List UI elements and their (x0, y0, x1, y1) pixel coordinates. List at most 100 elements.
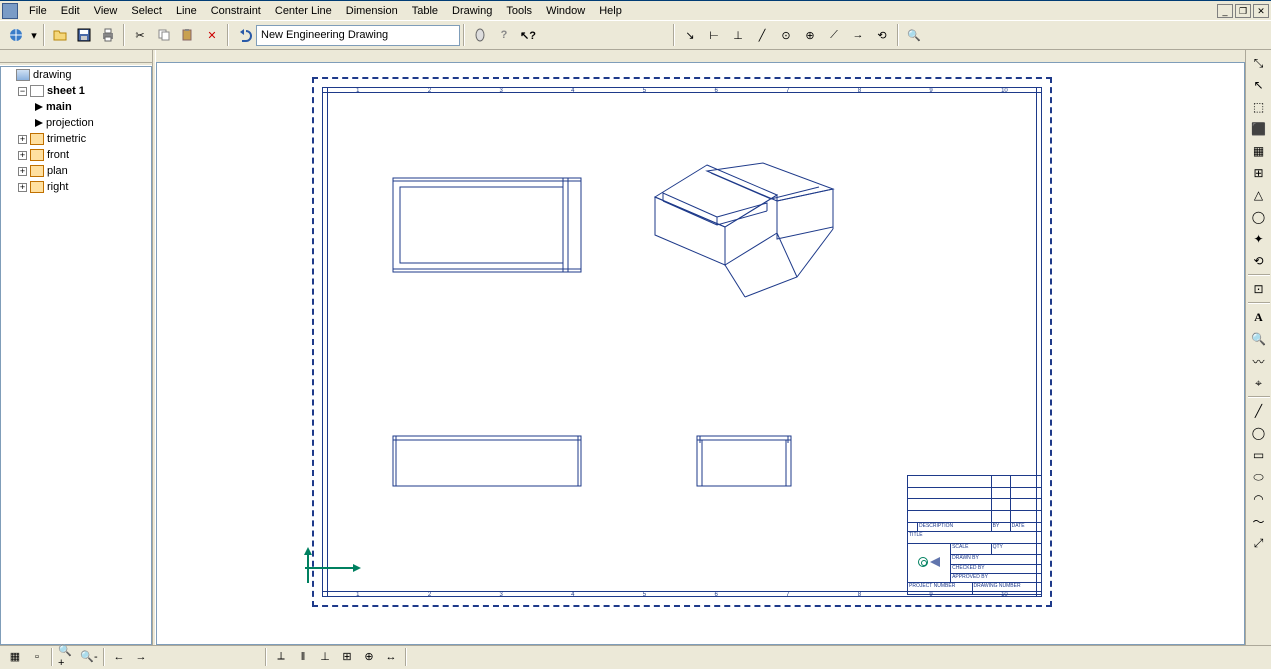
menu-file[interactable]: File (22, 3, 54, 19)
snap-node-icon[interactable]: ⟲ (871, 24, 893, 46)
tree-sheet[interactable]: − sheet 1 (1, 83, 151, 99)
vtool-star-icon[interactable]: ✦ (1248, 229, 1270, 249)
tool-browser-icon[interactable] (5, 24, 27, 46)
expand-icon[interactable]: + (18, 167, 27, 176)
menu-help[interactable]: Help (592, 3, 629, 19)
snap-end-icon[interactable]: ↘ (679, 24, 701, 46)
constraint-parallel-icon[interactable]: ‖ (293, 648, 313, 666)
menu-centerline[interactable]: Center Line (268, 3, 339, 19)
vtool-triangle-icon[interactable]: △ (1248, 185, 1270, 205)
vtool-pointer-icon[interactable]: ↖ (1248, 75, 1270, 95)
vtool-circle2-icon[interactable]: ◯ (1248, 423, 1270, 443)
menu-edit[interactable]: Edit (54, 3, 87, 19)
restore-button[interactable]: ❐ (1235, 4, 1251, 18)
save-icon[interactable] (73, 24, 95, 46)
vtool-rotate-icon[interactable]: ⟲ (1248, 251, 1270, 271)
separator (103, 648, 105, 666)
vtool-wave-icon[interactable]: 〰 (1248, 351, 1270, 371)
constraint-horiz-icon[interactable]: ↔ (381, 648, 401, 666)
menu-window[interactable]: Window (539, 3, 592, 19)
command-combo[interactable] (256, 25, 460, 46)
menu-dimension[interactable]: Dimension (339, 3, 405, 19)
tool-dropdown-icon[interactable]: ▾ (29, 24, 39, 46)
constraint-concentric-icon[interactable]: ⊕ (359, 648, 379, 666)
status-grid-icon[interactable]: ▦ (5, 648, 25, 666)
status-zoomout-icon[interactable]: 🔍- (79, 648, 99, 666)
vtool-circle-icon[interactable]: ◯ (1248, 207, 1270, 227)
vtool-select-icon[interactable]: ⤡ (1248, 53, 1270, 73)
status-snap-icon[interactable]: ▫ (27, 648, 47, 666)
context-help-icon[interactable]: ↖? (517, 24, 539, 46)
separator (1248, 396, 1270, 398)
vtool-arc-icon[interactable]: ◠ (1248, 489, 1270, 509)
menu-line[interactable]: Line (169, 3, 204, 19)
snap-center-icon[interactable]: ⊙ (775, 24, 797, 46)
vtool-hatch-icon[interactable]: ▦ (1248, 141, 1270, 161)
zoom-fit-icon[interactable]: 🔍 (903, 24, 925, 46)
vtool-text-icon[interactable]: A (1248, 307, 1270, 327)
delete-icon[interactable]: ✕ (201, 24, 223, 46)
undo-icon[interactable] (233, 24, 255, 46)
arrow-icon (35, 119, 43, 127)
tree-root[interactable]: drawing (1, 67, 151, 83)
constraint-perp-icon[interactable]: ⟂ (271, 648, 291, 666)
vtool-ellipse-icon[interactable]: ⬭ (1248, 467, 1270, 487)
snap-mid-icon[interactable]: ⊢ (703, 24, 725, 46)
status-next-icon[interactable]: → (131, 648, 151, 666)
menu-constraint[interactable]: Constraint (204, 3, 268, 19)
tree-projection[interactable]: projection (1, 115, 151, 131)
status-prev-icon[interactable]: ← (109, 648, 129, 666)
cut-icon[interactable]: ✂ (129, 24, 151, 46)
constraint-grid-icon[interactable]: ⊞ (337, 648, 357, 666)
snap-perp-icon[interactable]: ⊥ (727, 24, 749, 46)
vtool-grid-icon[interactable]: ⊞ (1248, 163, 1270, 183)
help-icon[interactable]: ? (493, 24, 515, 46)
vtool-line-icon[interactable]: ╱ (1248, 401, 1270, 421)
expand-icon[interactable]: + (18, 135, 27, 144)
menu-drawing[interactable]: Drawing (445, 3, 499, 19)
snap-tan-icon[interactable]: ╱ (751, 24, 773, 46)
separator (1248, 274, 1270, 276)
tree-view-plan[interactable]: + plan (1, 163, 151, 179)
open-icon[interactable] (49, 24, 71, 46)
minimize-button[interactable]: _ (1217, 4, 1233, 18)
copy-icon[interactable] (153, 24, 175, 46)
print-icon[interactable] (97, 24, 119, 46)
vtool-box-icon[interactable]: ⬚ (1248, 97, 1270, 117)
vtool-move-icon[interactable]: ⤢ (1248, 533, 1270, 553)
title-block: DESCRIPTIONBYDATE TITLE SCALEQTY DRAWN B… (907, 475, 1042, 595)
expand-icon[interactable]: + (18, 151, 27, 160)
vtool-frame-icon[interactable]: ⊡ (1248, 279, 1270, 299)
snap-int-icon[interactable]: ⟋ (823, 24, 845, 46)
drawing-canvas[interactable]: 12345678910 12345678910 (156, 62, 1245, 645)
expand-icon[interactable]: + (18, 183, 27, 192)
info-icon[interactable] (469, 24, 491, 46)
status-zoomin-icon[interactable]: 🔍+ (57, 648, 77, 666)
tree-view-trimetric[interactable]: + trimetric (1, 131, 151, 147)
collapse-icon[interactable]: − (18, 87, 27, 96)
tree-main[interactable]: main (1, 99, 151, 115)
plan-view (392, 177, 582, 273)
menu-view[interactable]: View (87, 3, 125, 19)
vtool-spline-icon[interactable]: 〜 (1248, 511, 1270, 531)
close-button[interactable]: ✕ (1253, 4, 1269, 18)
vtool-fill-icon[interactable]: ⬛ (1248, 119, 1270, 139)
tree-main-label: main (46, 101, 72, 113)
tree-projection-label: projection (46, 117, 94, 129)
tree-view-front[interactable]: + front (1, 147, 151, 163)
snap-quad-icon[interactable]: ⊕ (799, 24, 821, 46)
paste-icon[interactable] (177, 24, 199, 46)
menu-tools[interactable]: Tools (499, 3, 539, 19)
menu-select[interactable]: Select (124, 3, 169, 19)
workspace: drawing − sheet 1 main projection + trim… (0, 50, 1271, 645)
vtool-rect-icon[interactable]: ▭ (1248, 445, 1270, 465)
vtool-zoom-icon[interactable]: 🔍 (1248, 329, 1270, 349)
window-controls: _ ❐ ✕ (1215, 4, 1269, 18)
snap-near-icon[interactable]: → (847, 24, 869, 46)
app-icon (2, 3, 18, 19)
feature-tree[interactable]: drawing − sheet 1 main projection + trim… (0, 66, 152, 645)
constraint-vert-icon[interactable]: ⊥ (315, 648, 335, 666)
menu-table[interactable]: Table (405, 3, 445, 19)
tree-view-right[interactable]: + right (1, 179, 151, 195)
vtool-target-icon[interactable]: ⌖ (1248, 373, 1270, 393)
